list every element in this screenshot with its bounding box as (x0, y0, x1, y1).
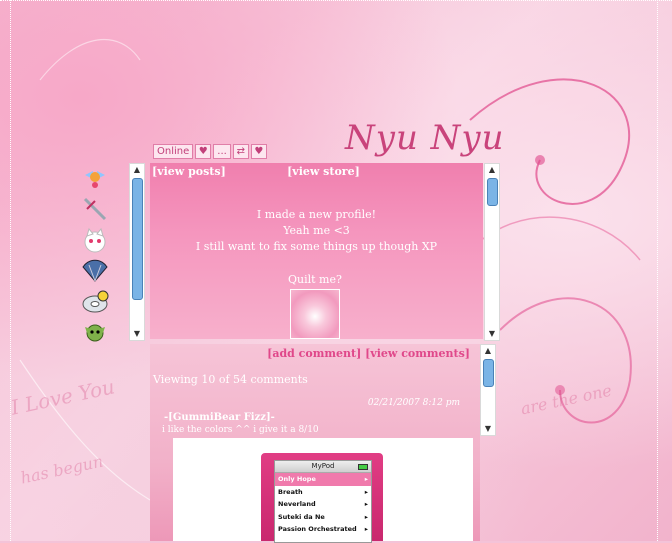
scroll-up-arrow-icon[interactable]: ▲ (481, 345, 495, 357)
scroll-up-arrow-icon[interactable]: ▲ (130, 164, 144, 176)
chevron-right-icon: ▸ (364, 500, 368, 508)
bio-line: I made a new profile! (256, 208, 377, 221)
scroll-thumb[interactable] (132, 178, 143, 300)
playlist-item-label: Suteki da Ne (278, 512, 325, 521)
profile-panel: [view posts] [view store] I made a new p… (150, 163, 483, 339)
mypod-title: MyPod (311, 462, 335, 470)
playlist-item-label: Only Hope (278, 475, 316, 483)
chevron-right-icon: ▸ (364, 525, 368, 533)
view-store-link[interactable]: [view store] (287, 165, 360, 178)
winged-character-icon[interactable] (80, 163, 110, 193)
icon-column-scrollbar[interactable]: ▲ ▼ (129, 163, 145, 341)
scroll-down-arrow-icon[interactable]: ▼ (130, 328, 144, 340)
scroll-thumb[interactable] (483, 359, 494, 387)
playlist-item-label: Passion Orchestrated (278, 525, 357, 533)
bio-line: Yeah me <3 (283, 224, 350, 237)
playlist-item[interactable]: Breath ▸ (275, 486, 371, 499)
comment-text: i like the colors ^^ i give it a 8/10 (162, 425, 319, 435)
mypod-screen: MyPod Only Hope ▸ Breath ▸ Neverland ▸ Sute… (274, 460, 372, 543)
chevron-right-icon: ▸ (364, 475, 368, 483)
comment-embed: MyPod Only Hope ▸ Breath ▸ Neverland ▸ Sute… (173, 438, 473, 543)
scroll-thumb[interactable] (487, 178, 498, 206)
quilt-label: Quilt me? (288, 273, 342, 286)
playlist-item[interactable]: Only Hope ▸ (275, 473, 371, 486)
chevron-right-icon: ▸ (364, 512, 368, 521)
battery-icon (358, 464, 368, 470)
quilt-section: Quilt me? (288, 273, 342, 339)
comment-date: 02/21/2007 8:12 pm (367, 398, 460, 408)
mypod-player: MyPod Only Hope ▸ Breath ▸ Neverland ▸ Sute… (261, 453, 383, 543)
scroll-down-arrow-icon[interactable]: ▼ (481, 423, 495, 435)
sword-icon[interactable] (80, 194, 110, 224)
bio-line: I still want to fix some things up thoug… (195, 240, 438, 253)
playlist-item[interactable]: Passion Orchestrated ▸ (275, 523, 371, 536)
comments-panel: [add comment] [view comments] Viewing 10… (150, 344, 480, 543)
scroll-down-arrow-icon[interactable]: ▼ (485, 328, 499, 340)
comment-author[interactable]: -[GummiBear Fizz]- (164, 412, 275, 423)
scroll-up-arrow-icon[interactable]: ▲ (485, 164, 499, 176)
profile-name-link[interactable] (230, 165, 284, 178)
white-cat-icon[interactable] (80, 225, 110, 255)
mypod-header: MyPod (275, 461, 371, 473)
add-comment-link[interactable]: [add comment] (267, 347, 361, 360)
icon-column (80, 163, 116, 349)
fan-icon[interactable] (80, 256, 110, 286)
view-posts-link[interactable]: [view posts] (152, 165, 226, 178)
profile-panel-scrollbar[interactable]: ▲ ▼ (484, 163, 500, 341)
tab-more[interactable]: ... (213, 144, 231, 159)
profile-title: Nyu Nyu (345, 118, 505, 158)
comment-count: Viewing 10 of 54 comments (153, 373, 308, 386)
chevron-right-icon: ▸ (364, 487, 368, 496)
cd-icon[interactable] (80, 287, 110, 317)
playlist-item-label: Breath (278, 487, 303, 496)
green-creature-icon[interactable] (80, 318, 110, 348)
view-comments-link[interactable]: [view comments] (365, 347, 470, 360)
profile-links: [view posts] [view store] (152, 165, 360, 178)
playlist-item[interactable]: Neverland ▸ (275, 498, 371, 511)
comments-panel-scrollbar[interactable]: ▲ ▼ (480, 344, 496, 436)
header-tabs: Online ♥ ... ⇄ ♥ (153, 144, 267, 159)
playlist-item-label: Neverland (278, 500, 316, 508)
bio-text: I made a new profile! Yeah me <3 I still… (150, 207, 483, 255)
quilt-image[interactable] (289, 289, 340, 339)
playlist-item[interactable]: Suteki da Ne ▸ (275, 511, 371, 524)
broken-heart-icon[interactable]: ♥ (250, 144, 267, 159)
swap-arrows-icon[interactable]: ⇄ (232, 144, 249, 159)
tab-online[interactable]: Online (153, 144, 194, 159)
comment-links: [add comment] [view comments] (267, 347, 470, 360)
heart-icon[interactable]: ♥ (195, 144, 212, 159)
